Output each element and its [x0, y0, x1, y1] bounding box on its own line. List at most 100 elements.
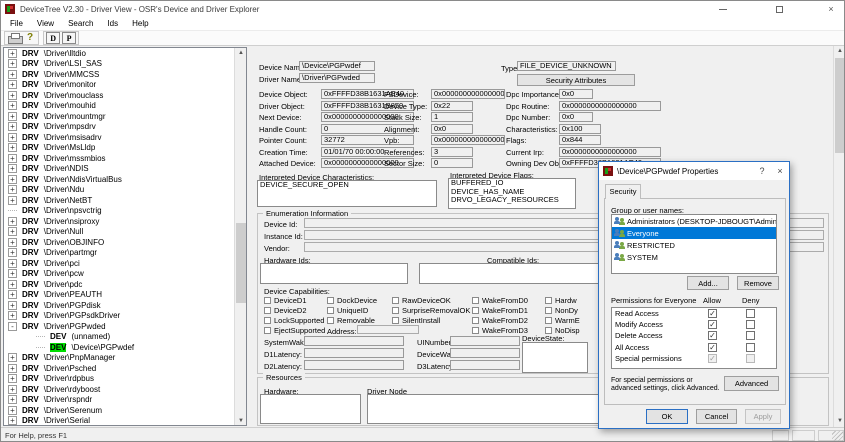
tree-scrollbar[interactable]: ▲ ▼	[234, 48, 246, 426]
allow-checkbox[interactable]: ✓	[708, 309, 717, 318]
capability-checkbox-nondy[interactable]: NonDy	[545, 306, 578, 315]
expand-icon[interactable]: +	[8, 227, 17, 236]
tab-security[interactable]: Security	[605, 184, 641, 199]
allow-checkbox[interactable]: ✓	[708, 343, 717, 352]
resources-hardware-list[interactable]	[260, 394, 361, 424]
tree-row[interactable]: +DRV\Driver\NDIS	[4, 164, 246, 175]
expand-icon[interactable]: +	[8, 385, 17, 394]
tree-row[interactable]: +DRV\Driver\rdyboost	[4, 384, 246, 395]
device-state-list[interactable]	[522, 342, 588, 373]
tree-row[interactable]: DRV\Driver\npsvctrig	[4, 206, 246, 217]
tree-row[interactable]: +DRV\Driver\mountmgr	[4, 111, 246, 122]
expand-icon[interactable]: +	[8, 416, 17, 425]
tree-row[interactable]: +DRV\Driver\monitor	[4, 80, 246, 91]
tree-row[interactable]: +DRV\Driver\Null	[4, 227, 246, 238]
expand-icon[interactable]: +	[8, 248, 17, 257]
scrollbar-thumb[interactable]	[835, 58, 845, 153]
capability-checkbox-uniqueid[interactable]: UniqueID	[327, 306, 368, 315]
ok-button[interactable]: OK	[646, 409, 688, 424]
tree-row[interactable]: +DRV\Driver\PGPsdkDriver	[4, 311, 246, 322]
menu-ids[interactable]: Ids	[100, 19, 125, 28]
expand-icon[interactable]: +	[8, 374, 17, 383]
hardware-ids-list[interactable]	[260, 263, 408, 284]
expand-icon[interactable]: +	[8, 280, 17, 289]
collapse-icon[interactable]: -	[8, 322, 17, 331]
tree-row[interactable]: +DRV\Driver\NdisVirtualBus	[4, 174, 246, 185]
tree-row[interactable]: +DRV\Driver\Serenum	[4, 405, 246, 416]
tree-row[interactable]: +DRV\Driver\OBJINFO	[4, 237, 246, 248]
scrollbar-thumb[interactable]	[236, 223, 246, 303]
expand-icon[interactable]: +	[8, 290, 17, 299]
expand-icon[interactable]: +	[8, 238, 17, 247]
permissions-list[interactable]: Read Access✓Modify Access✓Delete Access✓…	[611, 307, 777, 369]
close-button[interactable]: ×	[819, 1, 843, 17]
help-icon[interactable]: ?	[23, 32, 37, 44]
apply-button[interactable]: Apply	[745, 409, 781, 424]
tree-row[interactable]: +DRV\Driver\LSI_SAS	[4, 59, 246, 70]
tree-row[interactable]: +DRV\Driver\rspndr	[4, 395, 246, 406]
expand-icon[interactable]: +	[8, 311, 17, 320]
expand-icon[interactable]: +	[8, 364, 17, 373]
menu-help[interactable]: Help	[125, 19, 155, 28]
tree-row[interactable]: +DRV\Driver\pcw	[4, 269, 246, 280]
menu-search[interactable]: Search	[61, 19, 100, 28]
cancel-button[interactable]: Cancel	[696, 409, 737, 424]
expand-icon[interactable]: +	[8, 91, 17, 100]
capability-checkbox-silentinstall[interactable]: SilentInstall	[392, 316, 440, 325]
tree-row[interactable]: +DRV\Driver\MMCSS	[4, 69, 246, 80]
capability-checkbox-rawdeviceok[interactable]: RawDeviceOK	[392, 296, 451, 305]
expand-icon[interactable]: +	[8, 143, 17, 152]
tree-row[interactable]: +DRV\Driver\mouhid	[4, 101, 246, 112]
tree-row[interactable]: +DRV\Driver\nsiproxy	[4, 216, 246, 227]
capability-checkbox-hardw[interactable]: Hardw	[545, 296, 577, 305]
tree-row[interactable]: -DRV\Driver\PGPwded	[4, 321, 246, 332]
capability-checkbox-wakefromd1[interactable]: WakeFromD1	[472, 306, 528, 315]
pnp-view-button[interactable]: P	[62, 32, 76, 44]
deny-checkbox[interactable]	[746, 354, 755, 363]
menu-file[interactable]: File	[3, 19, 30, 28]
tree-row[interactable]: +DRV\Driver\Psched	[4, 363, 246, 374]
allow-checkbox[interactable]: ✓	[708, 320, 717, 329]
scroll-up-icon[interactable]: ▲	[235, 48, 247, 59]
tree-row[interactable]: +DRV\Driver\rdpbus	[4, 374, 246, 385]
interpreted-characteristics-list[interactable]: DEVICE_SECURE_OPEN	[257, 180, 437, 207]
capability-checkbox-dockdevice[interactable]: DockDevice	[327, 296, 377, 305]
expand-icon[interactable]: +	[8, 269, 17, 278]
expand-icon[interactable]: +	[8, 353, 17, 362]
scroll-down-icon[interactable]: ▼	[235, 416, 247, 426]
print-icon[interactable]	[8, 33, 21, 43]
scroll-up-icon[interactable]: ▲	[834, 46, 845, 57]
capability-checkbox-deviced2[interactable]: DeviceD2	[264, 306, 307, 315]
advanced-button[interactable]: Advanced	[724, 376, 779, 391]
expand-icon[interactable]: +	[8, 122, 17, 131]
expand-icon[interactable]: +	[8, 164, 17, 173]
driver-view-button[interactable]: D	[46, 32, 60, 44]
maximize-button[interactable]	[767, 1, 791, 17]
user-item[interactable]: Administrators (DESKTOP-JDBOUGT\Administ…	[612, 215, 776, 227]
expand-icon[interactable]: +	[8, 196, 17, 205]
expand-icon[interactable]: +	[8, 112, 17, 121]
expand-icon[interactable]: +	[8, 175, 17, 184]
tree-row[interactable]: DEV\Device\PGPwdef	[4, 342, 246, 353]
expand-icon[interactable]: +	[8, 59, 17, 68]
expand-icon[interactable]: +	[8, 80, 17, 89]
expand-icon[interactable]: +	[8, 70, 17, 79]
capability-checkbox-ejectsupported[interactable]: EjectSupported	[264, 326, 325, 335]
expand-icon[interactable]: +	[8, 154, 17, 163]
user-item[interactable]: Everyone	[612, 227, 776, 239]
capability-checkbox-deviced1[interactable]: DeviceD1	[264, 296, 307, 305]
tree-row[interactable]: +DRV\Driver\pdc	[4, 279, 246, 290]
scroll-down-icon[interactable]: ▼	[834, 416, 845, 427]
tree-row[interactable]: +DRV\Driver\Ndu	[4, 185, 246, 196]
expand-icon[interactable]: +	[8, 185, 17, 194]
capability-checkbox-warme[interactable]: WarmE	[545, 316, 580, 325]
user-item[interactable]: RESTRICTED	[612, 239, 776, 251]
tree-row[interactable]: +DRV\Driver\PGPdisk	[4, 300, 246, 311]
tree-row[interactable]: DEV(unnamed)	[4, 332, 246, 343]
security-attributes-button[interactable]: Security Attributes	[517, 74, 635, 86]
deny-checkbox[interactable]	[746, 331, 755, 340]
expand-icon[interactable]: +	[8, 395, 17, 404]
capability-checkbox-wakefromd3[interactable]: WakeFromD3	[472, 326, 528, 335]
tree-row[interactable]: +DRV\Driver\lltdio	[4, 48, 246, 59]
interpreted-flags-list[interactable]: BUFFERED_IODEVICE_HAS_NAMEDRVO_LEGACY_RE…	[448, 178, 576, 209]
